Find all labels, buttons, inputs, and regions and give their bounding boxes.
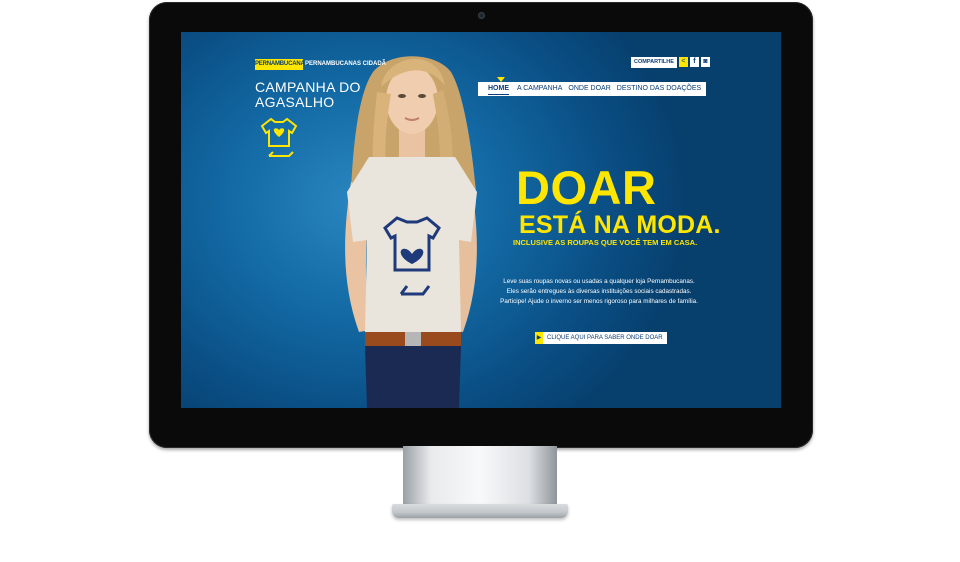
description-line: Eles serão entregues às diversas institu…	[506, 288, 692, 295]
brand-subtitle: PERNAMBUCANAS CIDADÃ	[305, 61, 386, 67]
share-label[interactable]: COMPARTILHE	[631, 56, 677, 68]
nav-item-destino-das-doacoes[interactable]: DESTINO DAS DOAÇÕES	[617, 82, 701, 96]
campaign-title: CAMPANHA DO AGASALHO	[255, 79, 361, 110]
share-bar: COMPARTILHE < f ◙	[631, 56, 710, 68]
hero-tagline: INCLUSIVE AS ROUPAS QUE VOCÊ TEM EM CASA…	[513, 238, 698, 247]
brand-logo[interactable]: PERNAMBUCANAS	[255, 59, 309, 70]
share-icon[interactable]: <	[678, 57, 688, 67]
tshirt-heart-icon	[260, 117, 298, 157]
cta-label: CLIQUE AQUI PARA SABER ONDE DOAR	[547, 335, 663, 341]
arrow-right-icon: ▶	[535, 332, 543, 344]
website-screen: PERNAMBUCANAS PERNAMBUCANAS CIDADÃ CAMPA…	[181, 32, 781, 408]
nav-item-a-campanha[interactable]: A CAMPANHA	[517, 82, 562, 96]
monitor-frame: PERNAMBUCANAS PERNAMBUCANAS CIDADÃ CAMPA…	[149, 2, 813, 448]
nav-item-home[interactable]: HOME	[488, 83, 509, 95]
campaign-description: Leve suas roupas novas ou usadas a qualq…	[479, 277, 719, 307]
webcam-icon	[478, 12, 485, 19]
where-to-donate-button[interactable]: ▶ CLIQUE AQUI PARA SABER ONDE DOAR	[535, 332, 667, 344]
hero-headline: DOAR	[516, 161, 657, 214]
monitor-base	[392, 504, 568, 518]
description-line: Participe! Ajude o inverno ser menos rig…	[500, 298, 698, 305]
hero-subheadline: ESTÁ NA MODA.	[519, 211, 721, 239]
nav-item-onde-doar[interactable]: ONDE DOAR	[568, 82, 610, 96]
instagram-icon[interactable]: ◙	[700, 57, 710, 67]
description-line: Leve suas roupas novas ou usadas a qualq…	[503, 278, 695, 285]
monitor-stand	[403, 446, 557, 512]
facebook-icon[interactable]: f	[689, 57, 699, 67]
main-nav: HOME A CAMPANHA ONDE DOAR DESTINO DAS DO…	[478, 82, 706, 96]
